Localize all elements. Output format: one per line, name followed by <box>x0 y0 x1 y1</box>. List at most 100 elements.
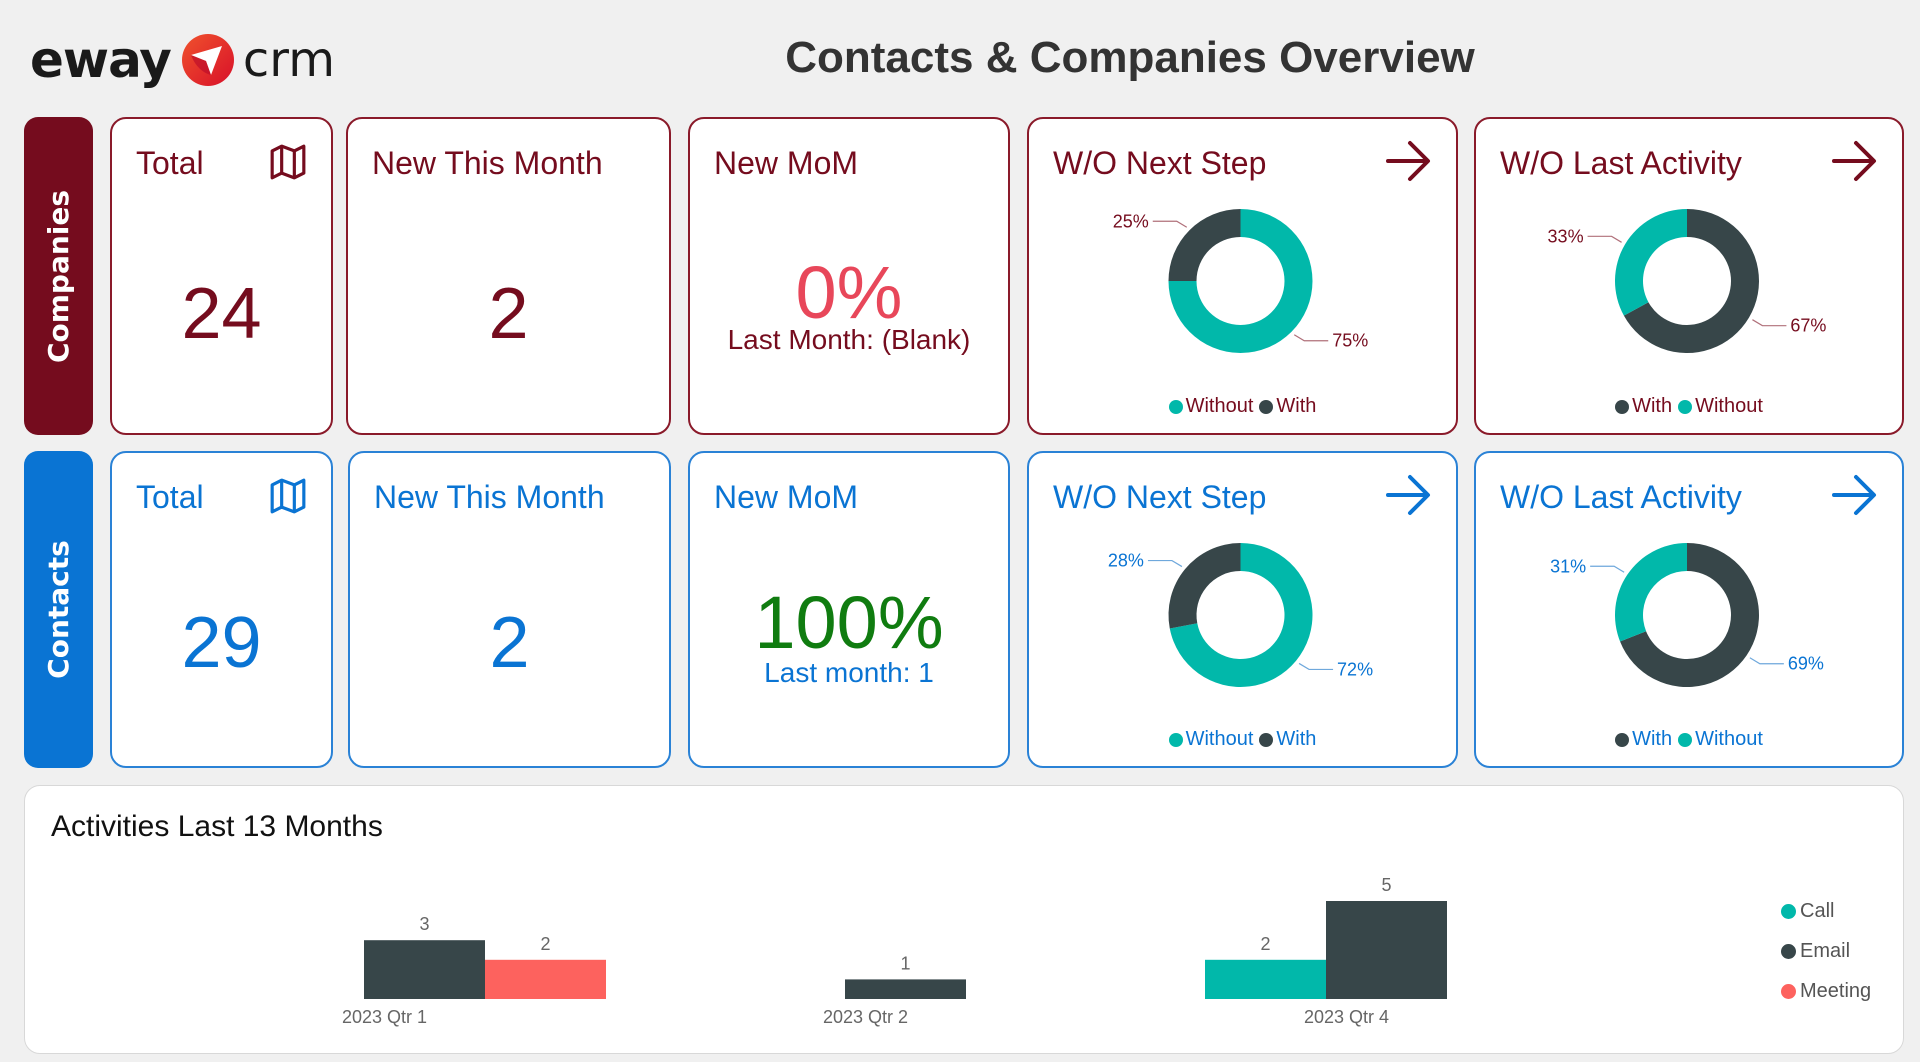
bar-data-label: 2 <box>540 934 550 954</box>
legend-label: Without <box>1695 395 1763 417</box>
contacts-last-month-text: Last month: 1 <box>764 657 934 688</box>
card-title: Total <box>136 145 204 181</box>
legend-label: With <box>1276 395 1317 417</box>
legend-label: Without <box>1695 728 1763 750</box>
legend-item-with[interactable]: With <box>1259 728 1316 751</box>
legend-label: Email <box>1800 939 1851 962</box>
activities-bar-chart: 3 2 2023 Qtr 1 1 2023 Qtr 2 2 5 2023 Qtr 4 <box>342 875 1447 1027</box>
bar-meeting-0[interactable] <box>485 959 606 999</box>
contacts-total-value: 29 <box>181 603 262 683</box>
legend-item-with[interactable]: With <box>1259 395 1316 418</box>
companies-total-value: 24 <box>181 274 262 354</box>
contacts-new-this-month-value: 2 <box>489 603 530 683</box>
legend-label: Without <box>1185 728 1254 750</box>
leader-line <box>1152 220 1188 228</box>
bar-email-1[interactable] <box>845 979 966 999</box>
legend-dot-icon <box>1168 732 1183 747</box>
page-title: Contacts & Companies Overview <box>785 33 1475 82</box>
leader-line <box>1749 657 1784 665</box>
bar-data-label: 3 <box>419 914 429 934</box>
legend-dot-icon <box>1615 732 1630 747</box>
card-title: New MoM <box>714 145 859 181</box>
donut-data-label: 25% <box>1113 211 1149 231</box>
legend-item-call[interactable]: Call <box>1781 891 1871 931</box>
card-title: Total <box>136 479 204 515</box>
legend-label: Meeting <box>1800 979 1872 1002</box>
contacts-new-mom-card[interactable]: New MoM 100% Last month: 1 <box>688 451 1010 768</box>
donut-data-label: 75% <box>1332 331 1368 351</box>
donut-data-label: 72% <box>1337 659 1373 679</box>
legend-dot-icon <box>1781 943 1796 959</box>
legend-item-without[interactable]: Without <box>1168 728 1254 751</box>
logo-arrow-icon <box>181 34 234 86</box>
donut-data-label: 33% <box>1548 226 1584 246</box>
companies-new-this-month-card[interactable]: New This Month 2 <box>346 117 671 435</box>
x-tick-label: 2023 Qtr 1 <box>342 1007 427 1027</box>
logo-wordmark-eway: eway <box>30 31 172 89</box>
bar-data-label: 2 <box>1260 934 1270 954</box>
donut-data-label: 69% <box>1788 654 1824 674</box>
bar-data-label: 1 <box>900 953 910 973</box>
companies-new-mom-value: 0% <box>795 251 903 334</box>
bar-call-2[interactable] <box>1205 959 1326 999</box>
contacts-new-this-month-card[interactable]: New This Month 2 <box>348 451 671 768</box>
companies-total-card[interactable]: Total 24 <box>110 117 333 435</box>
legend-item-with[interactable]: With <box>1615 728 1672 751</box>
companies-last-month-text: Last Month: (Blank) <box>727 324 971 355</box>
contacts-total-card[interactable]: Total 29 <box>110 451 333 768</box>
legend-item-email[interactable]: Email <box>1781 931 1871 971</box>
x-tick-label: 2023 Qtr 4 <box>1304 1007 1389 1027</box>
bar-email-0[interactable] <box>364 940 485 999</box>
card-title: New MoM <box>714 479 859 515</box>
companies-wo-next-step-card[interactable]: W/O Next Step 75% 25% Without With <box>1027 117 1458 435</box>
legend-item-without[interactable]: Without <box>1678 728 1763 751</box>
donut-slice-with[interactable] <box>1168 543 1241 629</box>
legend-label: With <box>1632 395 1673 417</box>
legend-label: With <box>1632 728 1673 750</box>
donut-legend: With Without <box>1476 728 1902 753</box>
donut-chart: 72% 28% <box>1108 543 1373 687</box>
x-tick-label: 2023 Qtr 2 <box>823 1007 908 1027</box>
contacts-section-label: Contacts <box>24 451 93 768</box>
legend-dot-icon <box>1259 399 1274 414</box>
map-icon[interactable] <box>269 477 307 515</box>
legend-dot-icon <box>1615 399 1630 414</box>
legend-dot-icon <box>1678 399 1693 414</box>
leader-line <box>1147 559 1183 568</box>
contacts-new-mom-value: 100% <box>754 581 944 664</box>
donut-slice-with[interactable] <box>1168 209 1241 281</box>
map-icon[interactable] <box>269 143 307 181</box>
donut-slice-without[interactable] <box>1615 209 1687 316</box>
donut-chart: 69% 31% <box>1550 543 1824 687</box>
bar-email-2[interactable] <box>1326 901 1447 999</box>
legend-item-with[interactable]: With <box>1615 395 1672 418</box>
leader-line <box>1590 565 1625 573</box>
legend-dot-icon <box>1678 732 1693 747</box>
leader-line <box>1293 334 1329 342</box>
eway-crm-logo: eway crm <box>30 30 335 90</box>
companies-section-label: Companies <box>24 117 93 435</box>
legend-item-meeting[interactable]: Meeting <box>1781 971 1871 1011</box>
contacts-label-text: Contacts <box>42 540 75 679</box>
donut-legend: With Without <box>1476 395 1902 420</box>
companies-wo-last-activity-card[interactable]: W/O Last Activity 67% 33% With Without <box>1474 117 1904 435</box>
legend-dot-icon <box>1168 399 1183 414</box>
donut-chart: 67% 33% <box>1548 209 1826 353</box>
legend-item-without[interactable]: Without <box>1678 395 1763 418</box>
legend-label: With <box>1276 728 1317 750</box>
donut-data-label: 67% <box>1790 316 1826 336</box>
donut-chart: 75% 25% <box>1113 209 1368 353</box>
leader-line <box>1752 319 1787 327</box>
contacts-wo-next-step-card[interactable]: W/O Next Step 72% 28% Without With <box>1027 451 1458 768</box>
legend-item-without[interactable]: Without <box>1168 395 1254 418</box>
legend-label: Without <box>1185 395 1254 417</box>
donut-data-label: 28% <box>1108 551 1144 571</box>
companies-label-text: Companies <box>42 189 75 363</box>
leader-line <box>1298 662 1334 671</box>
donut-slice-without[interactable] <box>1615 543 1687 642</box>
leader-line <box>1587 235 1622 243</box>
legend-dot-icon <box>1259 732 1274 747</box>
contacts-wo-last-activity-card[interactable]: W/O Last Activity 69% 31% With Without <box>1474 451 1904 768</box>
card-title: New This Month <box>372 145 603 181</box>
companies-new-mom-card[interactable]: New MoM 0% Last Month: (Blank) <box>688 117 1010 435</box>
